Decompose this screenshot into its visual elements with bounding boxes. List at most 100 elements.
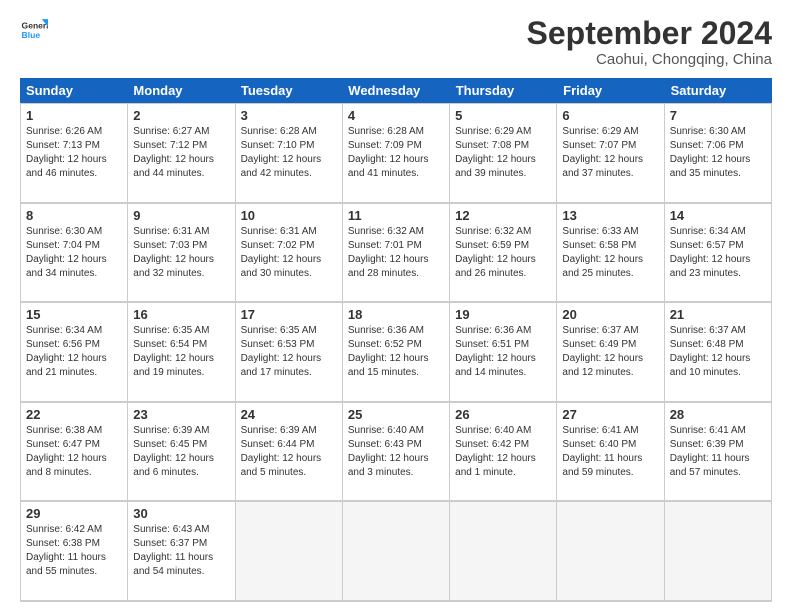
calendar-cell [450,502,557,601]
day-number: 16 [133,307,229,322]
day-number: 28 [670,407,766,422]
day-info: Sunrise: 6:31 AM Sunset: 7:03 PM Dayligh… [133,225,229,281]
day-info: Sunrise: 6:34 AM Sunset: 6:57 PM Dayligh… [670,225,766,281]
day-info: Sunrise: 6:30 AM Sunset: 7:04 PM Dayligh… [26,225,122,281]
calendar-cell [236,502,343,601]
calendar-cell: 10Sunrise: 6:31 AM Sunset: 7:02 PM Dayli… [236,204,343,303]
day-number: 3 [241,108,337,123]
header-monday: Monday [127,78,234,103]
calendar-cell [343,502,450,601]
calendar-cell: 24 Sunrise: 6:39 AM Sunset: 6:44 PM Dayli… [236,403,343,502]
calendar-cell: 6 Sunrise: 6:29 AM Sunset: 7:07 PM Daylig… [557,104,664,203]
svg-text:Blue: Blue [22,30,41,40]
day-number: 24 [241,407,337,422]
calendar-cell: 18Sunrise: 6:36 AM Sunset: 6:52 PM Dayli… [343,303,450,402]
calendar-week-4: 22Sunrise: 6:38 AM Sunset: 6:47 PM Dayli… [20,402,772,502]
calendar-cell: 13Sunrise: 6:33 AM Sunset: 6:58 PM Dayli… [557,204,664,303]
calendar-cell: 4 Sunrise: 6:28 AM Sunset: 7:09 PM Daylig… [343,104,450,203]
calendar-cell: 5 Sunrise: 6:29 AM Sunset: 7:08 PM Daylig… [450,104,557,203]
day-info: Sunrise: 6:37 AM Sunset: 6:48 PM Dayligh… [670,324,766,380]
calendar-cell [557,502,664,601]
day-info: Sunrise: 6:34 AM Sunset: 6:56 PM Dayligh… [26,324,122,380]
calendar-cell: 1 Sunrise: 6:26 AM Sunset: 7:13 PM Daylig… [21,104,128,203]
day-info: Sunrise: 6:40 AM Sunset: 6:42 PM Dayligh… [455,424,551,480]
calendar-cell: 23Sunrise: 6:39 AM Sunset: 6:45 PM Dayli… [128,403,235,502]
day-number: 17 [241,307,337,322]
calendar-cell: 19 Sunrise: 6:36 AM Sunset: 6:51 PM Dayli… [450,303,557,402]
day-number: 7 [670,108,766,123]
title-block: September 2024 Caohui, Chongqing, China [527,16,772,68]
day-info: Sunrise: 6:43 AM Sunset: 6:37 PM Dayligh… [133,523,229,579]
day-info: Sunrise: 6:37 AM Sunset: 6:49 PM Dayligh… [562,324,658,380]
calendar-cell: 28 Sunrise: 6:41 AM Sunset: 6:39 PM Dayli… [665,403,772,502]
calendar-week-3: 15Sunrise: 6:34 AM Sunset: 6:56 PM Dayli… [20,302,772,402]
calendar-cell [665,502,772,601]
day-number: 23 [133,407,229,422]
svg-text:General: General [22,20,48,30]
day-info: Sunrise: 6:42 AM Sunset: 6:38 PM Dayligh… [26,523,122,579]
day-info: Sunrise: 6:41 AM Sunset: 6:40 PM Dayligh… [562,424,658,480]
calendar-cell: 12Sunrise: 6:32 AM Sunset: 6:59 PM Dayli… [450,204,557,303]
calendar-cell: 2Sunrise: 6:27 AM Sunset: 7:12 PM Daylig… [128,104,235,203]
day-number: 6 [562,108,658,123]
day-number: 19 [455,307,551,322]
header-friday: Friday [557,78,664,103]
day-info: Sunrise: 6:29 AM Sunset: 7:08 PM Dayligh… [455,125,551,181]
day-number: 30 [133,506,229,521]
day-number: 5 [455,108,551,123]
day-info: Sunrise: 6:40 AM Sunset: 6:43 PM Dayligh… [348,424,444,480]
day-info: Sunrise: 6:36 AM Sunset: 6:52 PM Dayligh… [348,324,444,380]
logo: General Blue General Blue [20,16,48,44]
day-number: 26 [455,407,551,422]
header-saturday: Saturday [665,78,772,103]
calendar-cell: 16 Sunrise: 6:35 AM Sunset: 6:54 PM Dayli… [128,303,235,402]
day-info: Sunrise: 6:35 AM Sunset: 6:54 PM Dayligh… [133,324,229,380]
day-info: Sunrise: 6:29 AM Sunset: 7:07 PM Dayligh… [562,125,658,181]
calendar-body: 1 Sunrise: 6:26 AM Sunset: 7:13 PM Daylig… [20,103,772,602]
calendar-cell: 29Sunrise: 6:42 AM Sunset: 6:38 PM Dayli… [21,502,128,601]
calendar-cell: 15Sunrise: 6:34 AM Sunset: 6:56 PM Dayli… [21,303,128,402]
calendar-cell: 17 Sunrise: 6:35 AM Sunset: 6:53 PM Dayli… [236,303,343,402]
day-number: 4 [348,108,444,123]
calendar-cell: 26 Sunrise: 6:40 AM Sunset: 6:42 PM Dayli… [450,403,557,502]
calendar-cell: 3 Sunrise: 6:28 AM Sunset: 7:10 PM Daylig… [236,104,343,203]
day-info: Sunrise: 6:38 AM Sunset: 6:47 PM Dayligh… [26,424,122,480]
month-title: September 2024 [527,16,772,51]
calendar-cell: 20Sunrise: 6:37 AM Sunset: 6:49 PM Dayli… [557,303,664,402]
calendar-cell: 27Sunrise: 6:41 AM Sunset: 6:40 PM Dayli… [557,403,664,502]
calendar: Sunday Monday Tuesday Wednesday Thursday… [20,78,772,602]
day-info: Sunrise: 6:26 AM Sunset: 7:13 PM Dayligh… [26,125,122,181]
header-thursday: Thursday [450,78,557,103]
day-info: Sunrise: 6:28 AM Sunset: 7:09 PM Dayligh… [348,125,444,181]
calendar-cell: 21Sunrise: 6:37 AM Sunset: 6:48 PM Dayli… [665,303,772,402]
day-number: 10 [241,208,337,223]
day-number: 9 [133,208,229,223]
logo-icon: General Blue [20,16,48,44]
day-info: Sunrise: 6:41 AM Sunset: 6:39 PM Dayligh… [670,424,766,480]
day-number: 13 [562,208,658,223]
day-number: 1 [26,108,122,123]
calendar-cell: 9 Sunrise: 6:31 AM Sunset: 7:03 PM Daylig… [128,204,235,303]
calendar-cell: 11 Sunrise: 6:32 AM Sunset: 7:01 PM Dayli… [343,204,450,303]
day-info: Sunrise: 6:35 AM Sunset: 6:53 PM Dayligh… [241,324,337,380]
day-number: 14 [670,208,766,223]
day-info: Sunrise: 6:39 AM Sunset: 6:44 PM Dayligh… [241,424,337,480]
day-info: Sunrise: 6:32 AM Sunset: 7:01 PM Dayligh… [348,225,444,281]
header: General Blue General Blue September 2024… [20,16,772,68]
day-info: Sunrise: 6:30 AM Sunset: 7:06 PM Dayligh… [670,125,766,181]
calendar-cell: 7 Sunrise: 6:30 AM Sunset: 7:06 PM Daylig… [665,104,772,203]
calendar-cell: 22Sunrise: 6:38 AM Sunset: 6:47 PM Dayli… [21,403,128,502]
header-sunday: Sunday [20,78,127,103]
header-tuesday: Tuesday [235,78,342,103]
day-number: 25 [348,407,444,422]
day-number: 11 [348,208,444,223]
calendar-cell: 30 Sunrise: 6:43 AM Sunset: 6:37 PM Dayli… [128,502,235,601]
calendar-cell: 14 Sunrise: 6:34 AM Sunset: 6:57 PM Dayli… [665,204,772,303]
calendar-week-5: 29Sunrise: 6:42 AM Sunset: 6:38 PM Dayli… [20,501,772,602]
day-number: 12 [455,208,551,223]
day-number: 2 [133,108,229,123]
calendar-week-2: 8Sunrise: 6:30 AM Sunset: 7:04 PM Daylig… [20,203,772,303]
day-info: Sunrise: 6:36 AM Sunset: 6:51 PM Dayligh… [455,324,551,380]
calendar-cell: 8Sunrise: 6:30 AM Sunset: 7:04 PM Daylig… [21,204,128,303]
day-info: Sunrise: 6:28 AM Sunset: 7:10 PM Dayligh… [241,125,337,181]
